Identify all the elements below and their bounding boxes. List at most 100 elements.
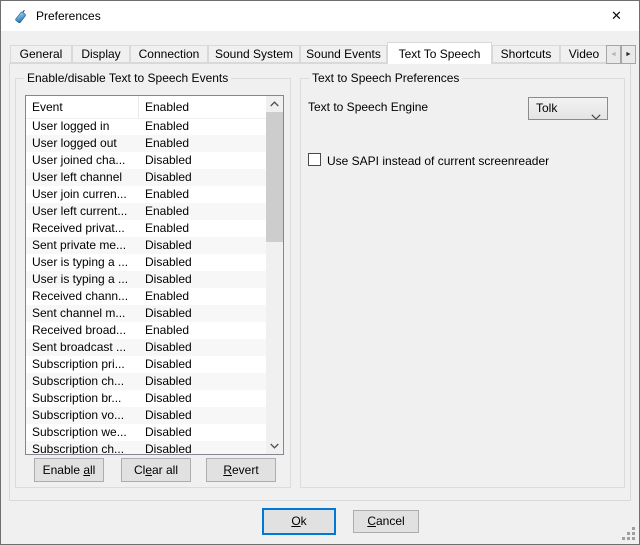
- engine-dropdown[interactable]: Tolk: [528, 97, 608, 120]
- event-cell: Subscription pri...: [26, 356, 139, 373]
- table-row[interactable]: Received privat...Enabled: [26, 220, 266, 237]
- title-bar: Preferences ✕: [1, 1, 639, 31]
- event-cell: Received broad...: [26, 322, 139, 339]
- vertical-scrollbar[interactable]: [266, 96, 283, 454]
- list-header: Event Enabled: [26, 96, 266, 119]
- enable-all-button[interactable]: Enable all: [34, 458, 104, 482]
- event-cell: Subscription br...: [26, 390, 139, 407]
- tab-connection[interactable]: Connection: [130, 45, 208, 63]
- table-row[interactable]: Subscription vo...Disabled: [26, 407, 266, 424]
- table-row[interactable]: Sent broadcast ...Disabled: [26, 339, 266, 356]
- table-row[interactable]: Subscription ch...Disabled: [26, 373, 266, 390]
- arrow-left-icon: ◄: [610, 51, 617, 58]
- event-cell: User logged out: [26, 135, 139, 152]
- table-row[interactable]: User is typing a ...Disabled: [26, 254, 266, 271]
- engine-dropdown-value: Tolk: [536, 101, 557, 115]
- tts-events-list: Event Enabled User logged inEnabledUser …: [25, 95, 284, 455]
- enabled-cell: Disabled: [139, 424, 266, 441]
- table-row[interactable]: User join curren...Enabled: [26, 186, 266, 203]
- tts-preferences-groupbox: Text to Speech Preferences: [300, 78, 625, 488]
- enabled-cell: Disabled: [139, 169, 266, 186]
- revert-button[interactable]: Revert: [206, 458, 276, 482]
- table-row[interactable]: Sent private me...Disabled: [26, 237, 266, 254]
- event-cell: User left channel: [26, 169, 139, 186]
- enabled-cell: Disabled: [139, 356, 266, 373]
- enabled-cell: Enabled: [139, 118, 266, 135]
- table-row[interactable]: User left current...Enabled: [26, 203, 266, 220]
- table-row[interactable]: User joined cha...Disabled: [26, 152, 266, 169]
- tab-shortcuts[interactable]: Shortcuts: [492, 45, 560, 63]
- tab-sound-system[interactable]: Sound System: [208, 45, 300, 63]
- table-row[interactable]: Sent channel m...Disabled: [26, 305, 266, 322]
- tab-text-to-speech[interactable]: Text To Speech: [387, 42, 492, 64]
- ok-button[interactable]: Ok: [262, 508, 336, 535]
- tab-sound-events[interactable]: Sound Events: [300, 45, 387, 63]
- tab-scroll-left-button[interactable]: ◄: [606, 45, 621, 64]
- enabled-cell: Disabled: [139, 237, 266, 254]
- table-row[interactable]: User left channelDisabled: [26, 169, 266, 186]
- table-row[interactable]: Subscription ch...Disabled: [26, 441, 266, 454]
- event-cell: Received privat...: [26, 220, 139, 237]
- tab-display[interactable]: Display: [72, 45, 130, 63]
- event-cell: Subscription we...: [26, 424, 139, 441]
- enabled-cell: Enabled: [139, 220, 266, 237]
- scrollbar-thumb[interactable]: [266, 112, 283, 242]
- list-rows: User logged inEnabledUser logged outEnab…: [26, 118, 266, 454]
- arrow-right-icon: ►: [625, 51, 632, 58]
- enabled-cell: Disabled: [139, 254, 266, 271]
- event-cell: Subscription vo...: [26, 407, 139, 424]
- event-cell: Subscription ch...: [26, 441, 139, 454]
- table-row[interactable]: Subscription br...Disabled: [26, 390, 266, 407]
- tts-events-group-title: Enable/disable Text to Speech Events: [24, 72, 231, 85]
- table-row[interactable]: Received broad...Enabled: [26, 322, 266, 339]
- column-header-event: Event: [26, 96, 139, 118]
- event-cell: User logged in: [26, 118, 139, 135]
- sapi-checkbox[interactable]: [308, 153, 321, 166]
- enabled-cell: Enabled: [139, 135, 266, 152]
- event-cell: Sent private me...: [26, 237, 139, 254]
- close-button[interactable]: ✕: [594, 1, 639, 31]
- event-cell: User is typing a ...: [26, 271, 139, 288]
- preferences-dialog: Preferences ✕ GeneralDisplayConnectionSo…: [0, 0, 640, 545]
- tts-preferences-group-title: Text to Speech Preferences: [309, 72, 462, 85]
- table-row[interactable]: Subscription pri...Disabled: [26, 356, 266, 373]
- enabled-cell: Disabled: [139, 305, 266, 322]
- chevron-down-icon: [591, 106, 601, 127]
- enabled-cell: Disabled: [139, 271, 266, 288]
- enabled-cell: Disabled: [139, 390, 266, 407]
- table-row[interactable]: User logged inEnabled: [26, 118, 266, 135]
- enabled-cell: Enabled: [139, 203, 266, 220]
- enabled-cell: Enabled: [139, 322, 266, 339]
- enabled-cell: Disabled: [139, 152, 266, 169]
- sapi-checkbox-label: Use SAPI instead of current screenreader: [327, 154, 549, 168]
- cancel-button[interactable]: Cancel: [353, 510, 419, 533]
- scroll-down-button[interactable]: [266, 438, 283, 454]
- table-row[interactable]: Subscription we...Disabled: [26, 424, 266, 441]
- enabled-cell: Enabled: [139, 186, 266, 203]
- event-cell: User left current...: [26, 203, 139, 220]
- tab-scroll-right-button[interactable]: ►: [621, 45, 636, 64]
- enabled-cell: Disabled: [139, 441, 266, 454]
- table-row[interactable]: User logged outEnabled: [26, 135, 266, 152]
- event-cell: User is typing a ...: [26, 254, 139, 271]
- column-header-enabled: Enabled: [139, 96, 266, 118]
- resize-grip[interactable]: [622, 527, 636, 541]
- engine-label: Text to Speech Engine: [308, 100, 428, 114]
- tab-video[interactable]: Video: [560, 45, 608, 63]
- table-row[interactable]: Received chann...Enabled: [26, 288, 266, 305]
- event-cell: User joined cha...: [26, 152, 139, 169]
- table-row[interactable]: User is typing a ...Disabled: [26, 271, 266, 288]
- event-cell: Subscription ch...: [26, 373, 139, 390]
- tab-general[interactable]: General: [10, 45, 72, 63]
- clear-all-button[interactable]: Clear all: [121, 458, 191, 482]
- chevron-down-icon: [270, 443, 279, 449]
- enabled-cell: Disabled: [139, 407, 266, 424]
- enabled-cell: Enabled: [139, 288, 266, 305]
- resize-grip-dots: [622, 527, 625, 530]
- enabled-cell: Disabled: [139, 373, 266, 390]
- enabled-cell: Disabled: [139, 339, 266, 356]
- window-title: Preferences: [36, 1, 101, 32]
- close-icon: ✕: [611, 8, 622, 23]
- event-cell: Received chann...: [26, 288, 139, 305]
- scroll-up-button[interactable]: [266, 96, 283, 112]
